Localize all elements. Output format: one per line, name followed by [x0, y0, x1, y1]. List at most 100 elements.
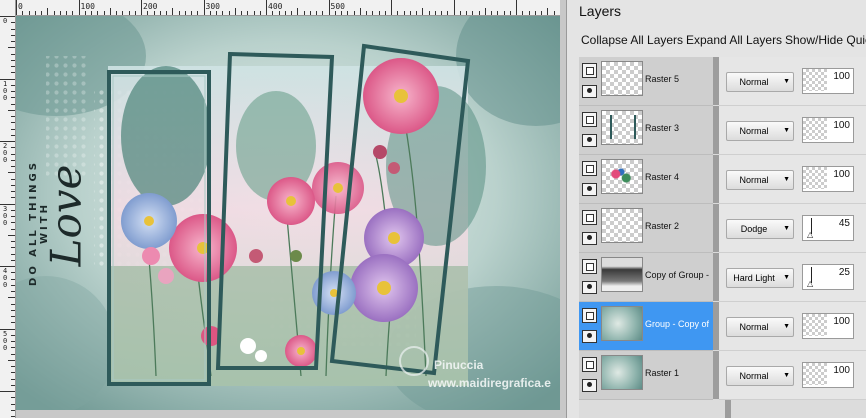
ruler-tick	[503, 11, 505, 15]
blend-mode-select[interactable]: Hard Light ▼	[726, 268, 794, 288]
layers-list: › Raster 5Normal▼100Raster 3Normal▼100Ra…	[579, 57, 866, 418]
blend-mode-select[interactable]: Normal ▼	[726, 366, 794, 386]
ruler-tick	[11, 284, 15, 286]
layer-type-icon[interactable]	[582, 210, 597, 225]
ruler-tick	[528, 11, 530, 15]
ruler-tick	[291, 11, 292, 15]
layer-type-icon[interactable]	[582, 357, 597, 372]
ruler-tick	[222, 11, 224, 15]
blend-mode-select[interactable]: Normal ▼	[726, 121, 794, 141]
ruler-left-label: 3 0 0	[3, 204, 8, 227]
blend-mode-select[interactable]: Normal ▼	[726, 170, 794, 190]
canvas-area[interactable]: 0 100 200 300 400 500 0 1 0 0 2 0 0 3 0 0 4 0 0 5 …	[0, 0, 566, 418]
opacity-slider[interactable]: △ 25	[802, 264, 854, 290]
layer-name: Raster 2	[645, 221, 680, 231]
ruler-tick	[11, 22, 15, 24]
collapse-all-layers-button[interactable]: Collapse All Layers	[581, 33, 683, 47]
layer-properties: Normal ▼ 100	[719, 351, 866, 400]
ruler-tick	[203, 0, 205, 15]
opacity-slider[interactable]: △ 45	[802, 215, 854, 241]
layer-label-area[interactable]: Raster 1	[579, 351, 713, 400]
ruler-tick	[516, 0, 517, 15]
dropdown-arrow-icon: ▼	[783, 176, 790, 183]
ruler-tick	[191, 11, 192, 15]
ruler-tick	[459, 11, 461, 15]
ruler-tick	[472, 11, 474, 15]
opacity-slider[interactable]: 100	[802, 166, 854, 192]
artwork-canvas[interactable]: DO ALL THINGS WITH Love Pinuccia www.mai…	[16, 16, 560, 410]
ruler-tick	[11, 222, 15, 224]
ruler-tick	[11, 28, 15, 30]
ruler-top-label: 100	[80, 2, 95, 11]
vertical-ruler: 0 1 0 0 2 0 0 3 0 0 4 0 0 5 0 0	[0, 0, 16, 418]
visibility-eye-icon[interactable]	[582, 330, 597, 343]
layer-label-area[interactable]: Raster 2	[579, 204, 713, 253]
ruler-tick	[11, 409, 15, 411]
visibility-eye-icon[interactable]	[582, 183, 597, 196]
slider-triangle-icon: △	[807, 230, 814, 239]
dropdown-arrow-icon: ▼	[783, 372, 790, 379]
blend-mode-select[interactable]: Normal ▼	[726, 72, 794, 92]
ruler-tick	[0, 391, 15, 392]
opacity-slider[interactable]: 100	[802, 362, 854, 388]
opacity-value: 45	[838, 218, 850, 229]
layers-panel: Layers Collapse All Layers Expand All La…	[566, 0, 866, 418]
layer-row[interactable]: Copy of Group - C Hard Light ▼ △ 25	[579, 253, 866, 302]
visibility-eye-icon[interactable]	[582, 85, 597, 98]
ruler-tick	[241, 11, 242, 15]
opacity-slider[interactable]: 100	[802, 117, 854, 143]
ruler-tick	[297, 8, 299, 15]
ruler-tick	[59, 11, 61, 15]
ruler-tick	[422, 8, 424, 15]
ruler-tick	[453, 0, 455, 15]
ruler-tick	[547, 8, 549, 15]
visibility-eye-icon[interactable]	[582, 281, 597, 294]
ruler-tick	[103, 11, 105, 15]
ruler-tick	[153, 11, 155, 15]
ruler-tick	[397, 11, 399, 15]
slider-triangle-icon: △	[807, 279, 814, 288]
layer-row[interactable]: Raster 4 Normal ▼ 100	[579, 155, 866, 204]
layer-row[interactable]: Raster 5 Normal ▼ 100	[579, 57, 866, 106]
opacity-checker	[803, 314, 827, 336]
layer-row[interactable]: Raster 3 Normal ▼ 100	[579, 106, 866, 155]
layer-type-icon[interactable]	[582, 259, 597, 274]
layer-label-area[interactable]: Raster 3	[579, 106, 713, 155]
blend-mode-select[interactable]: Dodge ▼	[726, 219, 794, 239]
show-hide-quick-button[interactable]: Show/Hide Quic	[785, 33, 866, 47]
layer-label-area[interactable]: Raster 4	[579, 155, 713, 204]
ruler-tick	[11, 272, 15, 274]
ruler-tick	[509, 11, 511, 15]
ruler-tick	[247, 11, 249, 15]
ruler-tick	[172, 8, 174, 15]
ruler-tick	[8, 47, 15, 49]
dropdown-arrow-icon: ▼	[783, 127, 790, 134]
blend-mode-value: Normal	[739, 322, 769, 332]
ruler-tick	[53, 11, 55, 15]
layer-thumbnail	[601, 355, 643, 390]
layer-type-icon[interactable]	[582, 161, 597, 176]
ruler-tick	[497, 11, 499, 15]
layer-type-icon[interactable]	[582, 63, 597, 78]
layer-type-icon[interactable]	[582, 112, 597, 127]
ruler-top-label: 300	[205, 2, 220, 11]
visibility-eye-icon[interactable]	[582, 232, 597, 245]
layer-row[interactable]: Raster 2 Dodge ▼ △ 45	[579, 204, 866, 253]
opacity-slider[interactable]: 100	[802, 313, 854, 339]
ruler-tick	[78, 0, 80, 15]
layer-row[interactable]: Group - Copy of R Normal ▼ 100	[579, 302, 866, 351]
layer-label-area[interactable]: Group - Copy of R	[579, 302, 713, 351]
blend-mode-select[interactable]: Normal ▼	[726, 317, 794, 337]
visibility-eye-icon[interactable]	[582, 379, 597, 392]
layer-type-icon[interactable]	[582, 308, 597, 323]
ruler-tick	[11, 372, 15, 374]
opacity-checker	[803, 118, 827, 140]
expand-all-layers-button[interactable]: Expand All Layers	[686, 33, 782, 47]
visibility-eye-icon[interactable]	[582, 134, 597, 147]
ruler-tick	[166, 11, 167, 15]
layer-label-area[interactable]: Copy of Group - C	[579, 253, 713, 302]
ruler-tick	[197, 11, 199, 15]
layer-label-area[interactable]: Raster 5	[579, 57, 713, 106]
layer-row[interactable]: Raster 1 Normal ▼ 100	[579, 351, 866, 400]
opacity-slider[interactable]: 100	[802, 68, 854, 94]
